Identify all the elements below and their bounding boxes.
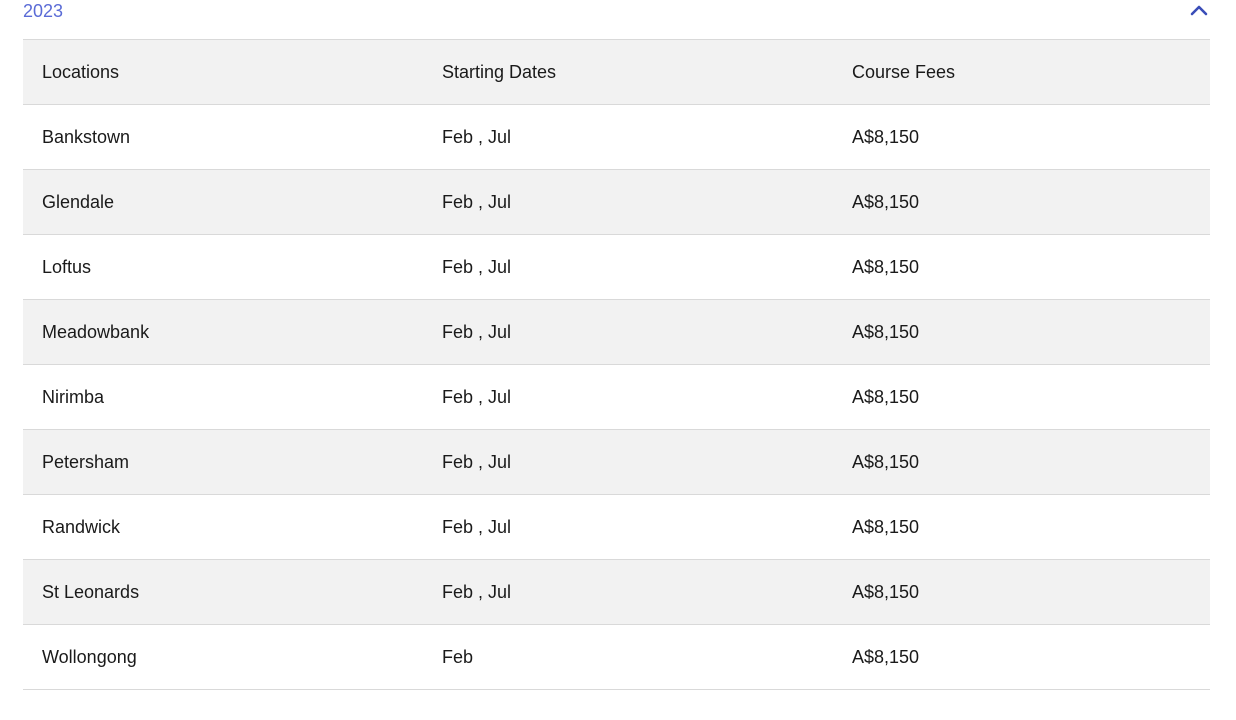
table-row: Loftus Feb , Jul A$8,150 [23, 235, 1210, 300]
location-cell: St Leonards [42, 581, 140, 602]
header-course-fees: Course Fees [852, 61, 956, 82]
table-row: Petersham Feb , Jul A$8,150 [23, 430, 1210, 495]
year-accordion-toggle[interactable]: 2023 [23, 0, 1210, 28]
header-starting-dates: Starting Dates [442, 61, 557, 82]
location-cell: Loftus [42, 256, 92, 277]
location-cell: Wollongong [42, 646, 137, 667]
course-fee-cell: A$8,150 [852, 451, 920, 472]
course-fee-cell: A$8,150 [852, 256, 920, 277]
course-fee-cell: A$8,150 [852, 646, 920, 667]
starting-dates-cell: Feb , Jul [442, 321, 512, 342]
starting-dates-cell: Feb , Jul [442, 191, 512, 212]
location-cell: Glendale [42, 191, 115, 212]
table-row: St Leonards Feb , Jul A$8,150 [23, 560, 1210, 625]
table-row: Meadowbank Feb , Jul A$8,150 [23, 300, 1210, 365]
course-fee-cell: A$8,150 [852, 516, 920, 537]
header-locations: Locations [42, 61, 120, 82]
location-cell: Nirimba [42, 386, 105, 407]
starting-dates-cell: Feb , Jul [442, 386, 512, 407]
chevron-up-icon[interactable] [1188, 2, 1210, 18]
starting-dates-cell: Feb , Jul [442, 516, 512, 537]
table-row: Nirimba Feb , Jul A$8,150 [23, 365, 1210, 430]
course-fees-table: Locations Starting Dates Course Fees Ban… [23, 39, 1210, 690]
starting-dates-cell: Feb , Jul [442, 581, 512, 602]
table-row: Wollongong Feb A$8,150 [23, 625, 1210, 690]
year-label: 2023 [23, 1, 64, 21]
starting-dates-cell: Feb , Jul [442, 256, 512, 277]
table-row: Randwick Feb , Jul A$8,150 [23, 495, 1210, 560]
table-row: Bankstown Feb , Jul A$8,150 [23, 105, 1210, 170]
table-header-row: Locations Starting Dates Course Fees [23, 40, 1210, 105]
starting-dates-cell: Feb , Jul [442, 126, 512, 147]
starting-dates-cell: Feb [442, 646, 474, 667]
course-fee-cell: A$8,150 [852, 386, 920, 407]
location-cell: Bankstown [42, 126, 131, 147]
location-cell: Petersham [42, 451, 130, 472]
course-fees-section: 2023 Locations Starting Dates Course Fee… [0, 0, 1236, 720]
starting-dates-cell: Feb , Jul [442, 451, 512, 472]
course-fee-cell: A$8,150 [852, 126, 920, 147]
course-fee-cell: A$8,150 [852, 191, 920, 212]
course-fee-cell: A$8,150 [852, 581, 920, 602]
location-cell: Randwick [42, 516, 121, 537]
table-row: Glendale Feb , Jul A$8,150 [23, 170, 1210, 235]
location-cell: Meadowbank [42, 321, 150, 342]
course-fee-cell: A$8,150 [852, 321, 920, 342]
